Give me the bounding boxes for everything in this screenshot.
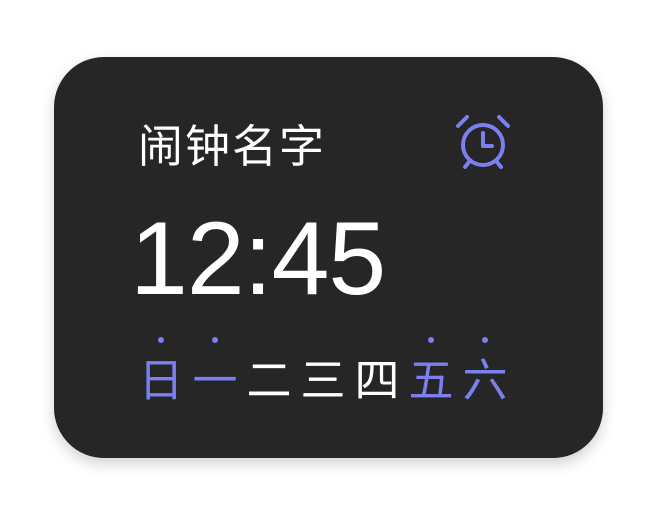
alarm-time: 12:45	[130, 201, 386, 317]
active-dot	[266, 337, 272, 343]
day-monday: 一	[188, 337, 242, 409]
active-dot	[428, 337, 434, 343]
active-dot	[158, 337, 164, 343]
day-tuesday: 二	[242, 337, 296, 409]
alarm-clock-icon	[456, 115, 510, 169]
alarm-name: 闹钟名字	[138, 120, 327, 173]
day-wednesday: 三	[296, 337, 350, 409]
day-label: 二	[246, 354, 292, 407]
active-dot	[320, 337, 326, 343]
day-label: 四	[354, 354, 400, 407]
day-friday: 五	[404, 337, 458, 409]
day-label: 五	[408, 354, 454, 407]
day-thursday: 四	[350, 337, 404, 409]
day-label: 日	[138, 354, 184, 407]
day-sunday: 日	[134, 337, 188, 409]
day-label: 三	[300, 354, 346, 407]
active-dot	[482, 337, 488, 343]
day-label: 六	[462, 354, 508, 407]
active-dot	[374, 337, 380, 343]
day-saturday: 六	[458, 337, 512, 409]
repeat-days: 日 一 二 三 四 五 六	[134, 337, 512, 409]
alarm-widget[interactable]: 闹钟名字 12:45 日 一 二 三 四 五 六	[54, 57, 603, 458]
day-label: 一	[192, 354, 238, 407]
active-dot	[212, 337, 218, 343]
